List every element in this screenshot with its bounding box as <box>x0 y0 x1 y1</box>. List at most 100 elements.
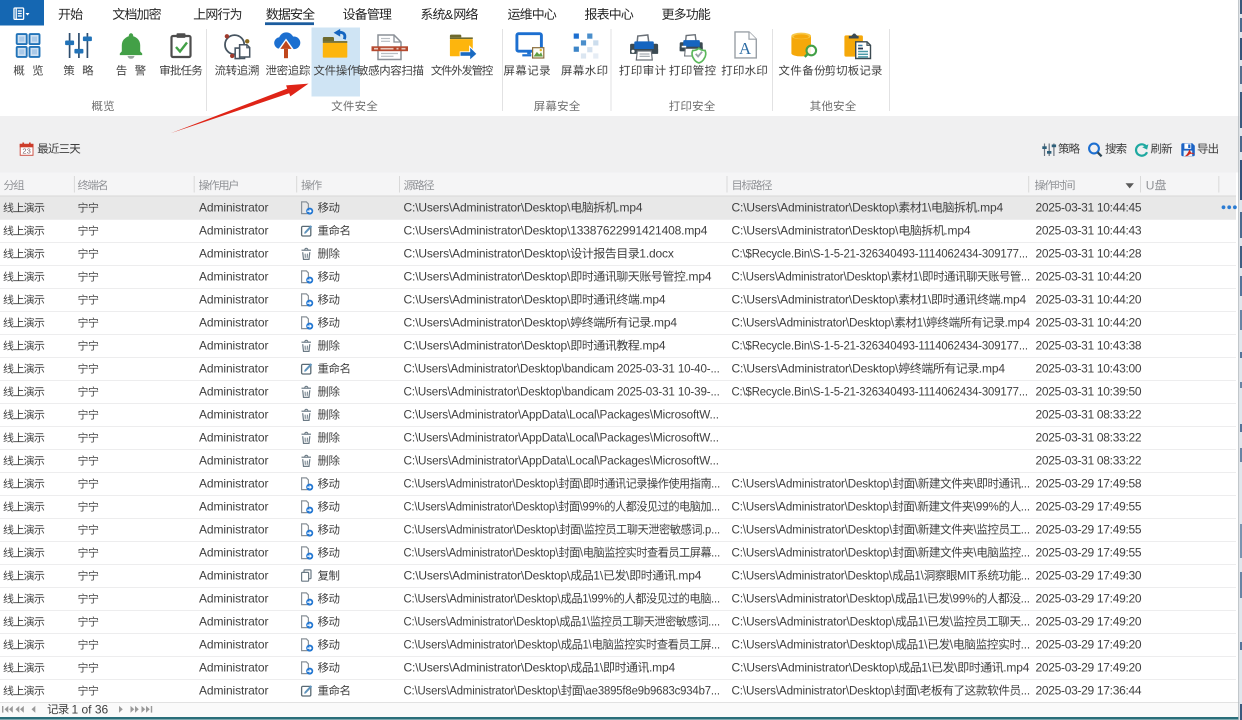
svg-text:Administrator: Administrator <box>199 270 268 284</box>
svg-text:C:\Users\Administrator\Desktop: C:\Users\Administrator\Desktop\ <box>404 478 560 490</box>
svg-text:\99%: \99% <box>580 501 605 513</box>
svg-text:Administrator: Administrator <box>199 615 268 629</box>
svg-text:...: ... <box>711 592 720 605</box>
svg-text:\ae3895f8e9b9683c934b7...: \ae3895f8e9b9683c934b7... <box>583 684 720 697</box>
svg-text:C:\Users\Administrator\AppData: C:\Users\Administrator\AppData\Local\Pac… <box>404 408 719 422</box>
svg-text:Administrator: Administrator <box>199 661 268 675</box>
svg-text:...: ... <box>1021 638 1030 652</box>
svg-text:\99%: \99% <box>973 501 999 514</box>
svg-text:Administrator: Administrator <box>199 546 268 560</box>
svg-text:.mp4: .mp4 <box>1005 316 1031 330</box>
svg-text:2025-03-29 17:49:20: 2025-03-29 17:49:20 <box>1036 592 1142 606</box>
svg-text:C:\Users\Administrator\Desktop: C:\Users\Administrator\Desktop\ <box>732 501 893 514</box>
svg-text:C:\Users\Administrator\AppData: C:\Users\Administrator\AppData\Local\Pac… <box>404 454 719 468</box>
svg-text:...: ... <box>711 638 720 651</box>
svg-text:Administrator: Administrator <box>199 454 268 468</box>
svg-text:Administrator: Administrator <box>199 293 268 307</box>
svg-text:...: ... <box>1021 547 1030 560</box>
svg-text:C:\Users\Administrator\Desktop: C:\Users\Administrator\Desktop\ <box>404 615 561 628</box>
svg-text:.mp4: .mp4 <box>685 270 712 284</box>
svg-text:2025-03-31 10:44:28: 2025-03-31 10:44:28 <box>1036 247 1142 261</box>
svg-text:1\: 1\ <box>581 615 591 628</box>
svg-text:.p...: .p... <box>702 523 720 536</box>
svg-text:.mp4: .mp4 <box>616 201 643 215</box>
svg-text:Administrator: Administrator <box>199 431 268 445</box>
svg-text:C:\Users\Administrator\Desktop: C:\Users\Administrator\Desktop\ <box>404 592 562 605</box>
svg-text:...: ... <box>1021 570 1030 583</box>
svg-text:...: ... <box>1021 478 1030 491</box>
svg-text:...: ... <box>1021 684 1030 698</box>
svg-text:C:\Users\Administrator\Desktop: C:\Users\Administrator\Desktop\ <box>732 478 894 491</box>
svg-text:Administrator: Administrator <box>199 684 268 698</box>
svg-text:2025-03-31 10:39:50: 2025-03-31 10:39:50 <box>1036 385 1142 399</box>
svg-text:C:\Users\Administrator\Desktop: C:\Users\Administrator\Desktop\ <box>404 316 572 330</box>
svg-text:2025-03-29 17:49:20: 2025-03-29 17:49:20 <box>1036 638 1142 652</box>
svg-text:C:\Users\Administrator\AppData: C:\Users\Administrator\AppData\Local\Pac… <box>404 431 719 445</box>
svg-text:C:\Users\Administrator\Desktop: C:\Users\Administrator\Desktop\bandicam … <box>404 362 720 376</box>
svg-text:2025-03-31 10:44:45: 2025-03-31 10:44:45 <box>1036 201 1142 215</box>
svg-text:2025-03-31 08:33:22: 2025-03-31 08:33:22 <box>1036 408 1142 422</box>
svg-text:C:\Users\Administrator\Desktop: C:\Users\Administrator\Desktop\ <box>732 684 895 698</box>
svg-text:Administrator: Administrator <box>199 339 268 353</box>
svg-text:.mp4: .mp4 <box>649 661 676 675</box>
svg-text:Administrator: Administrator <box>199 201 268 215</box>
svg-text:.mp4: .mp4 <box>675 569 702 583</box>
svg-text:C:\Users\Administrator\Desktop: C:\Users\Administrator\Desktop\ <box>404 201 572 215</box>
svg-text:C:\Users\Administrator\Desktop: C:\Users\Administrator\Desktop\133876229… <box>404 224 708 238</box>
svg-text:C:\Users\Administrator\Desktop: C:\Users\Administrator\Desktop\ <box>404 501 559 513</box>
svg-text:2025-03-29 17:49:30: 2025-03-29 17:49:30 <box>1036 569 1142 583</box>
svg-text:Administrator: Administrator <box>199 569 268 583</box>
svg-text:2025-03-31 10:43:38: 2025-03-31 10:43:38 <box>1036 339 1142 353</box>
svg-text:C:\Users\Administrator\Desktop: C:\Users\Administrator\Desktop\ <box>404 547 560 559</box>
svg-text:C:\Users\Administrator\Desktop: C:\Users\Administrator\Desktop\ <box>732 201 900 215</box>
svg-text:C:\Users\Administrator\Desktop: C:\Users\Administrator\Desktop\ <box>732 661 900 675</box>
svg-text:2025-03-29 17:49:55: 2025-03-29 17:49:55 <box>1036 546 1142 560</box>
svg-text:C:\Users\Administrator\Desktop: C:\Users\Administrator\Desktop\ <box>732 615 896 629</box>
svg-text:.mp4: .mp4 <box>651 316 678 330</box>
svg-text:1\: 1\ <box>593 569 604 583</box>
svg-text:Administrator: Administrator <box>199 385 268 399</box>
svg-text:C:\Users\Administrator\Desktop: C:\Users\Administrator\Desktop\ <box>404 339 572 353</box>
svg-text:&: & <box>445 7 454 22</box>
svg-text:2025-03-29 17:49:55: 2025-03-29 17:49:55 <box>1036 500 1142 514</box>
svg-text:MIT: MIT <box>957 570 976 583</box>
svg-text:1\: 1\ <box>917 592 927 606</box>
svg-text:.mp4: .mp4 <box>977 201 1004 215</box>
svg-text:C:\Users\Administrator\Desktop: C:\Users\Administrator\Desktop\ <box>732 524 894 537</box>
svg-text:C:\Users\Administrator\Desktop: C:\Users\Administrator\Desktop\ <box>404 293 572 307</box>
svg-text:C:\Users\Administrator\Desktop: C:\Users\Administrator\Desktop\ <box>732 547 894 560</box>
svg-text:Administrator: Administrator <box>199 638 268 652</box>
svg-text:2025-03-31 10:44:20: 2025-03-31 10:44:20 <box>1036 293 1142 307</box>
svg-text:.mp4: .mp4 <box>639 339 666 353</box>
svg-text:...: ... <box>1021 524 1030 537</box>
svg-text:C:\Users\Administrator\Desktop: C:\Users\Administrator\Desktop\ <box>732 293 900 307</box>
svg-text:1\: 1\ <box>913 270 923 283</box>
svg-text:C:\$Recycle.Bin\S-1-5-21-32634: C:\$Recycle.Bin\S-1-5-21-326340493-11140… <box>732 385 1028 398</box>
svg-text:.mp4: .mp4 <box>1003 661 1030 675</box>
svg-text:C:\Users\Administrator\Desktop: C:\Users\Administrator\Desktop\ <box>732 224 900 238</box>
svg-text:1\: 1\ <box>593 661 604 675</box>
svg-text:Administrator: Administrator <box>199 477 268 491</box>
svg-text:C:\Users\Administrator\Desktop: C:\Users\Administrator\Desktop\ <box>732 638 896 652</box>
svg-text:2025-03-31 10:44:20: 2025-03-31 10:44:20 <box>1036 316 1142 330</box>
svg-text:C:\Users\Administrator\Desktop: C:\Users\Administrator\Desktop\ <box>404 684 562 697</box>
svg-text:C:\Users\Administrator\Desktop: C:\Users\Administrator\Desktop\ <box>404 270 572 284</box>
svg-text:Administrator: Administrator <box>199 316 268 330</box>
svg-text:C:\Users\Administrator\Desktop: C:\Users\Administrator\Desktop\ <box>404 523 561 536</box>
svg-text:C:\$Recycle.Bin\S-1-5-21-32634: C:\$Recycle.Bin\S-1-5-21-326340493-11140… <box>732 247 1028 260</box>
svg-text:.mp4: .mp4 <box>979 362 1006 376</box>
svg-text:2025-03-31 10:44:43: 2025-03-31 10:44:43 <box>1036 224 1142 238</box>
svg-text:C:\Users\Administrator\Desktop: C:\Users\Administrator\Desktop\bandicam … <box>404 385 720 399</box>
svg-text:C:\Users\Administrator\Desktop: C:\Users\Administrator\Desktop\ <box>732 570 893 583</box>
svg-text:Administrator: Administrator <box>199 592 268 606</box>
svg-text:1\: 1\ <box>921 293 932 307</box>
svg-text:...: ... <box>711 478 720 490</box>
svg-text:2025-03-31 08:33:22: 2025-03-31 08:33:22 <box>1036 431 1142 445</box>
svg-text:C:\Users\Administrator\Desktop: C:\Users\Administrator\Desktop\ <box>732 316 895 330</box>
svg-text:C:\Users\Administrator\Desktop: C:\Users\Administrator\Desktop\ <box>404 247 572 261</box>
svg-text:...: ... <box>711 547 720 559</box>
svg-text:Administrator: Administrator <box>199 247 268 261</box>
svg-text:U: U <box>1146 179 1155 193</box>
svg-text:...: ... <box>1021 501 1030 514</box>
svg-text:C:\Users\Administrator\Desktop: C:\Users\Administrator\Desktop\ <box>404 638 562 651</box>
